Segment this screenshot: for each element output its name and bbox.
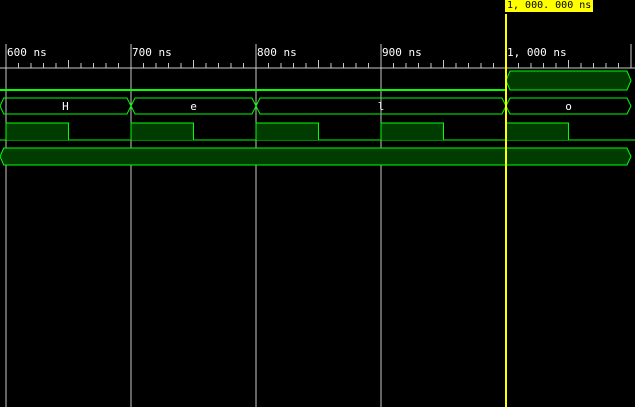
clock-high-fill [506, 123, 569, 140]
waveform-viewer[interactable]: 600 ns 700 ns 800 ns 900 ns 1, 000 ns He l o 1,… [0, 0, 635, 407]
bus-segment [505, 70, 632, 91]
clock-high-fill [6, 123, 69, 140]
tick-label: 800 ns [257, 46, 297, 59]
cursor-time-label[interactable]: 1, 000. 000 ns [505, 0, 594, 12]
bus-segment [0, 147, 632, 166]
bus-value-label: l [378, 100, 385, 113]
bus-value-label: H [62, 100, 69, 113]
clock-high-fill [381, 123, 444, 140]
waveform-canvas[interactable]: 600 ns 700 ns 800 ns 900 ns 1, 000 ns H e l o [0, 0, 635, 407]
bus-value-label: o [565, 100, 572, 113]
clock-high-fill [131, 123, 194, 140]
bus-value-label: e [190, 100, 197, 113]
tick-label: 600 ns [7, 46, 47, 59]
tick-label: 1, 000 ns [507, 46, 567, 59]
clock-high-fill [256, 123, 319, 140]
tick-label: 900 ns [382, 46, 422, 59]
tick-label: 700 ns [132, 46, 172, 59]
